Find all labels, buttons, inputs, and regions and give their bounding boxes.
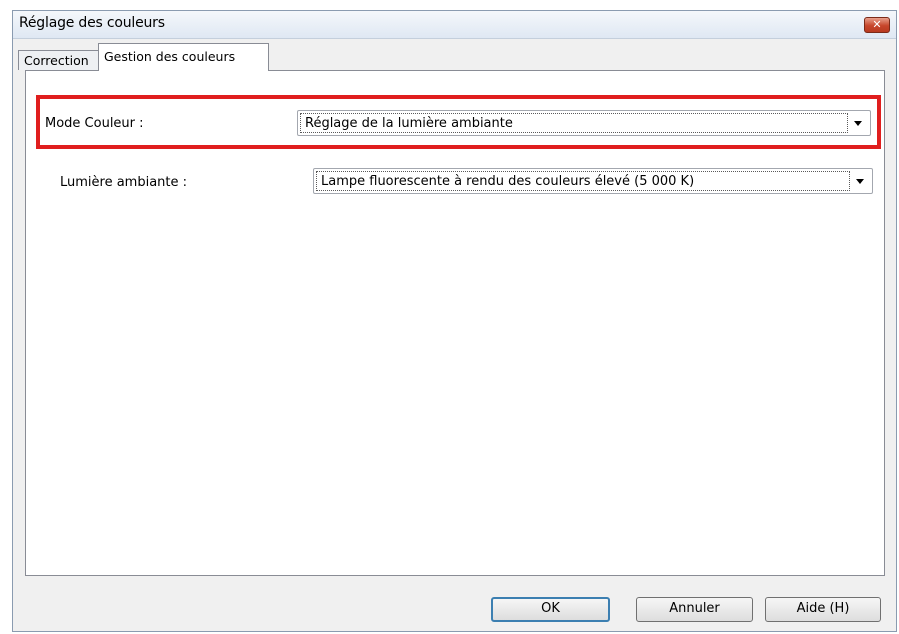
close-button[interactable]: ✕ xyxy=(864,17,890,33)
close-icon: ✕ xyxy=(872,18,882,31)
tab-panel xyxy=(25,70,885,576)
tab-correction[interactable]: Correction xyxy=(18,50,100,70)
tab-correction-label: Correction xyxy=(24,53,89,68)
mode-couleur-select[interactable]: Réglage de la lumière ambiante xyxy=(297,110,871,136)
tab-gestion-label: Gestion des couleurs xyxy=(104,49,236,64)
mode-couleur-value: Réglage de la lumière ambiante xyxy=(300,113,848,133)
title-bar[interactable]: Réglage des couleurs ✕ xyxy=(13,11,896,39)
aide-button[interactable]: Aide (H) xyxy=(765,597,881,622)
chevron-down-icon xyxy=(856,179,864,184)
tab-gestion-des-couleurs[interactable]: Gestion des couleurs xyxy=(98,43,269,71)
mode-couleur-label: Mode Couleur : xyxy=(45,116,144,131)
window-title: Réglage des couleurs xyxy=(19,15,165,31)
annuler-button[interactable]: Annuler xyxy=(636,597,753,622)
lumiere-ambiante-label: Lumière ambiante : xyxy=(60,175,188,190)
lumiere-ambiante-value: Lampe fluorescente à rendu des couleurs … xyxy=(316,171,850,191)
lumiere-ambiante-select[interactable]: Lampe fluorescente à rendu des couleurs … xyxy=(313,168,873,194)
ok-button[interactable]: OK xyxy=(491,597,610,622)
chevron-down-icon xyxy=(854,121,862,126)
